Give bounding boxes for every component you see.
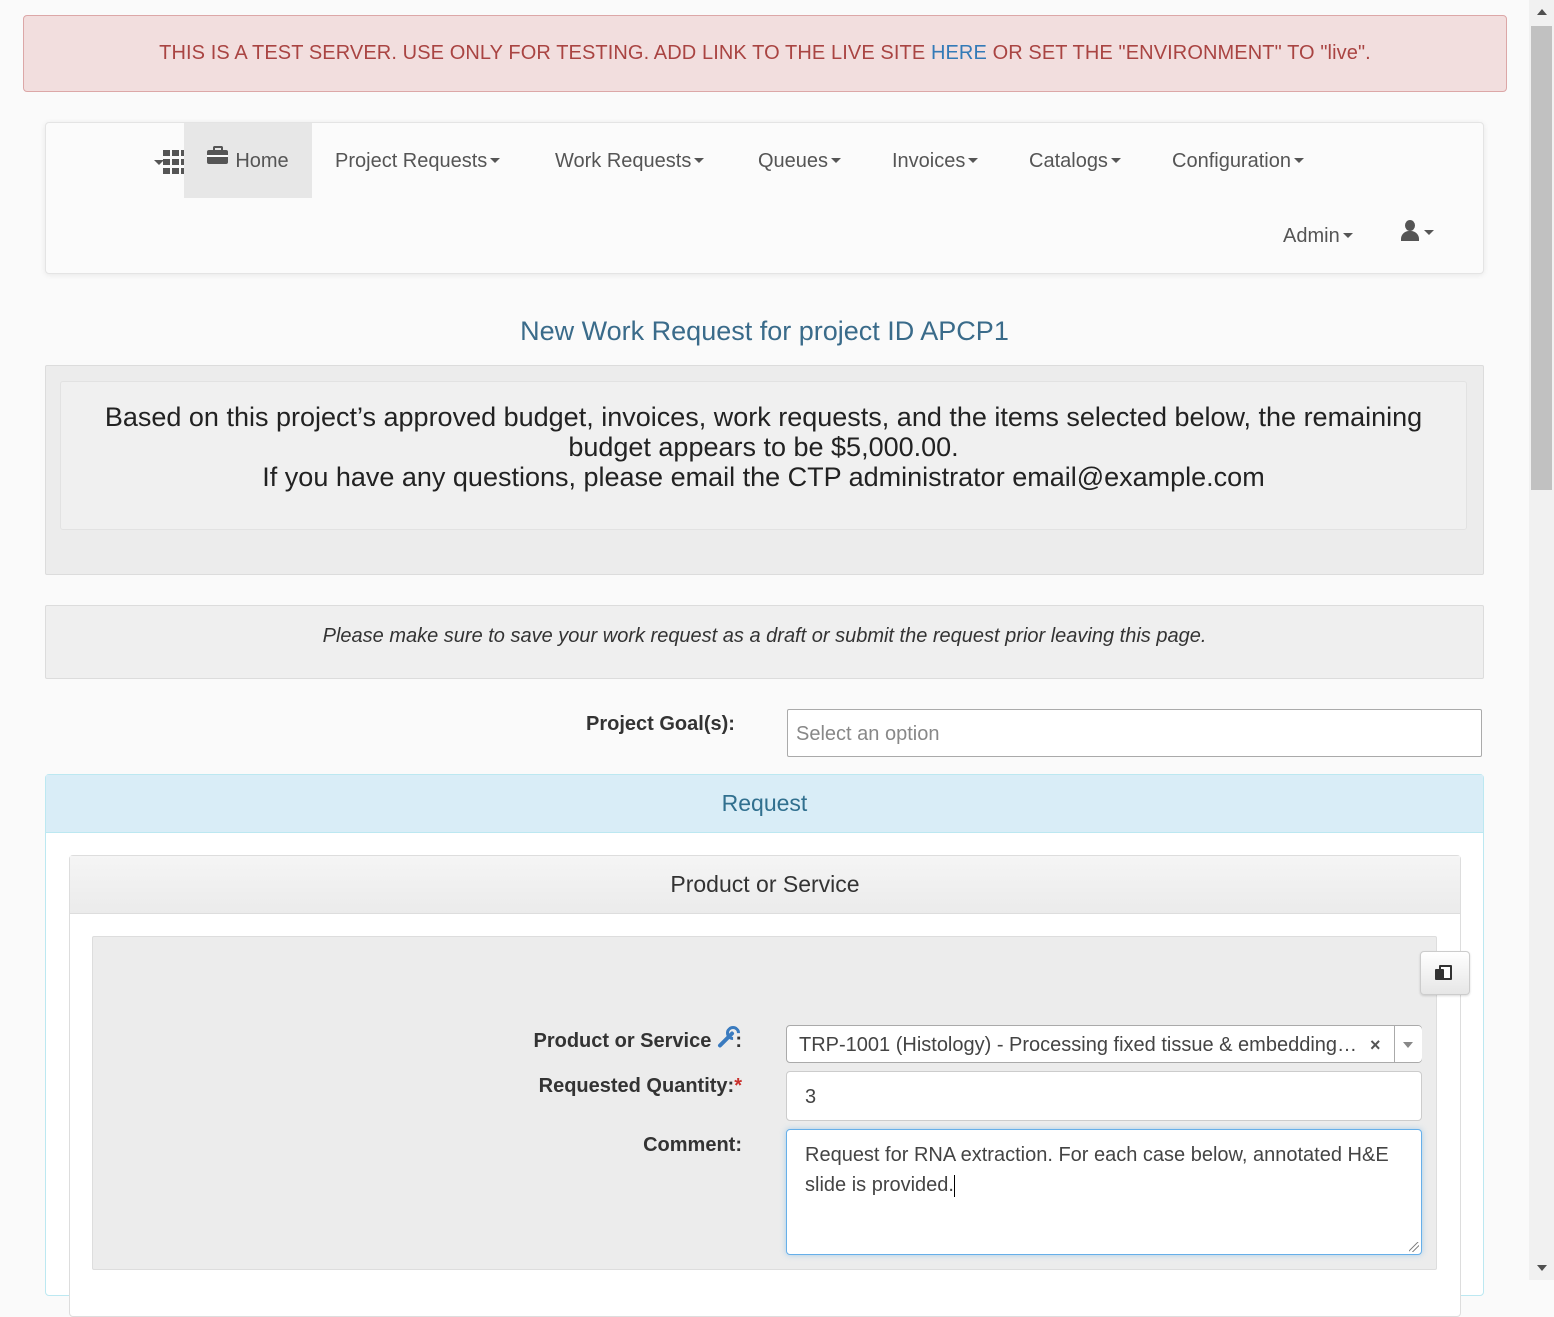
nav-queues-label: Queues — [758, 150, 829, 172]
comment-text: Request for RNA extraction. For each cas… — [805, 1144, 1389, 1196]
request-panel: Request Product or Service Product or Se… — [45, 774, 1484, 1317]
product-service-label: Product or Service: — [533, 1023, 744, 1053]
chevron-down-icon — [490, 158, 501, 164]
requested-quantity-label: Requested Quantity:* — [539, 1075, 742, 1098]
product-item-well: Product or Service: TRP-1001 (Histology)… — [92, 936, 1470, 1270]
nav-project-requests-label: Project Requests — [335, 150, 488, 172]
nav-project-requests[interactable]: Project Requests — [335, 123, 501, 198]
nav-admin-label: Admin — [1283, 225, 1340, 247]
wrench-icon[interactable] — [715, 1023, 744, 1049]
clear-selection-icon[interactable]: × — [1370, 1026, 1381, 1064]
chevron-down-icon — [1424, 230, 1434, 235]
alert-text-before: THIS IS A TEST SERVER. USE ONLY FOR TEST… — [159, 42, 931, 64]
nav-invoices[interactable]: Invoices — [892, 123, 979, 198]
budget-line-3: If you have any questions, please email … — [262, 462, 1265, 492]
chevron-down-icon — [1342, 233, 1353, 239]
nav-configuration-label: Configuration — [1172, 150, 1291, 172]
comment-textarea[interactable]: Request for RNA extraction. For each cas… — [786, 1129, 1422, 1255]
dropdown-arrow-icon[interactable] — [1394, 1026, 1422, 1062]
product-service-heading: Product or Service — [70, 856, 1460, 914]
main-navbar: Home Project Requests Work Requests Queu… — [45, 122, 1484, 274]
project-goals-select[interactable]: Select an option — [787, 709, 1482, 757]
resize-grip-icon[interactable] — [1409, 1242, 1419, 1252]
nav-home[interactable]: Home — [184, 123, 312, 198]
product-service-select[interactable]: TRP-1001 (Histology) - Processing fixed … — [786, 1025, 1422, 1063]
nav-home-label: Home — [235, 150, 289, 172]
scroll-up-icon[interactable] — [1537, 9, 1547, 15]
nav-work-requests-label: Work Requests — [555, 150, 692, 172]
test-server-alert: THIS IS A TEST SERVER. USE ONLY FOR TEST… — [23, 15, 1507, 92]
nav-work-requests[interactable]: Work Requests — [555, 123, 705, 198]
chevron-down-icon — [694, 158, 705, 164]
nav-queues[interactable]: Queues — [758, 123, 842, 198]
chevron-down-icon — [968, 158, 979, 164]
briefcase-icon — [207, 145, 229, 164]
scrollbar-thumb[interactable] — [1531, 26, 1552, 490]
live-site-link[interactable]: HERE — [931, 42, 987, 64]
requested-quantity-input[interactable]: 3 — [786, 1071, 1422, 1121]
nav-configuration[interactable]: Configuration — [1172, 123, 1304, 198]
project-goals-label: Project Goal(s): — [586, 713, 735, 735]
budget-line-2: budget appears to be $5,000.00. — [568, 432, 959, 462]
product-service-panel: Product or Service Product or Service: T… — [69, 855, 1470, 1317]
apps-menu-button[interactable] — [96, 123, 188, 198]
user-icon — [1405, 220, 1415, 231]
nav-catalogs[interactable]: Catalogs — [1029, 123, 1121, 198]
product-service-value: TRP-1001 (Histology) - Processing fixed … — [799, 1034, 1359, 1056]
text-cursor — [953, 1174, 955, 1197]
nav-admin[interactable]: Admin — [1283, 198, 1353, 273]
page-scrollbar[interactable] — [1529, 0, 1554, 1280]
nav-invoices-label: Invoices — [892, 150, 966, 172]
user-icon-body — [1401, 231, 1419, 241]
copy-icon-back — [1435, 969, 1444, 980]
copy-item-button[interactable] — [1420, 951, 1470, 995]
request-panel-heading: Request — [46, 775, 1483, 833]
chevron-down-icon — [831, 158, 842, 164]
nav-catalogs-label: Catalogs — [1029, 150, 1108, 172]
chevron-down-icon — [1110, 158, 1121, 164]
chevron-down-icon — [154, 160, 164, 165]
page-title: New Work Request for project ID APCP1 — [520, 316, 1009, 346]
scroll-down-icon[interactable] — [1537, 1265, 1547, 1271]
comment-label: Comment: — [643, 1134, 742, 1156]
budget-well: Based on this project’s approved budget,… — [45, 365, 1484, 575]
alert-text-after: OR SET THE "ENVIRONMENT" TO "live". — [986, 42, 1371, 64]
budget-line-1: Based on this project’s approved budget,… — [104, 402, 1423, 432]
requested-quantity-label-text: Requested Quantity: — [538, 1075, 735, 1097]
chevron-down-icon — [1293, 158, 1304, 164]
required-marker: * — [734, 1075, 742, 1097]
budget-message: Based on this project’s approved budget,… — [60, 381, 1467, 530]
save-draft-notice: Please make sure to save your work reque… — [45, 605, 1484, 679]
product-service-label-text: Product or Service — [533, 1030, 712, 1052]
